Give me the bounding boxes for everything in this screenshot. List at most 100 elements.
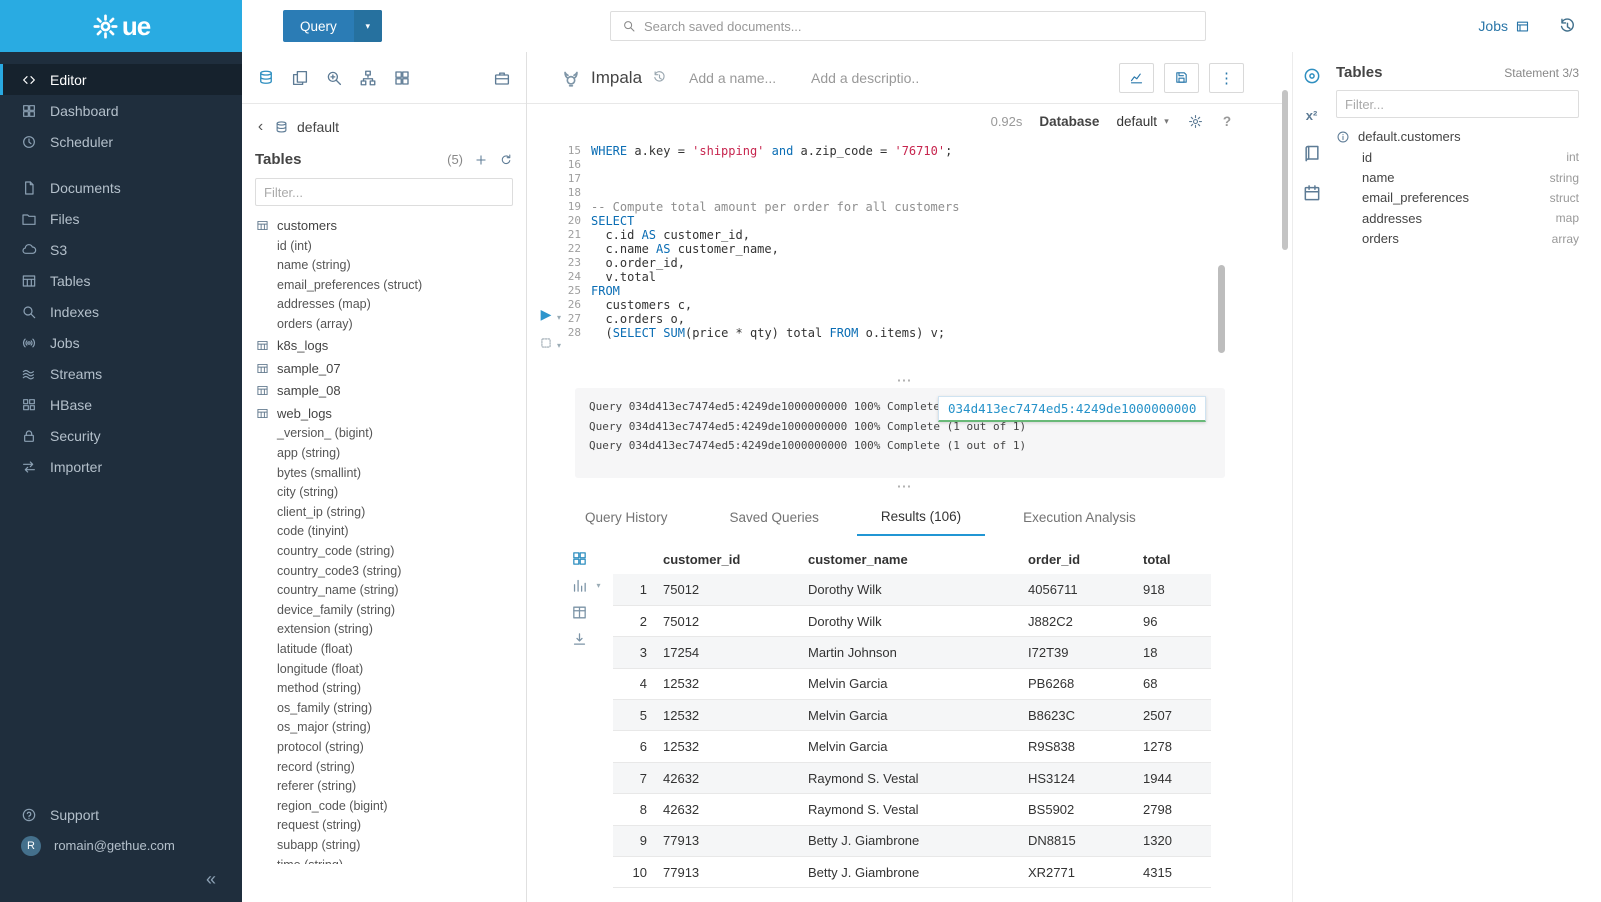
column-item[interactable]: method (string)	[242, 679, 526, 699]
more-actions-button[interactable]: ⋮	[1209, 63, 1244, 93]
column-header[interactable]: order_id	[1028, 544, 1143, 574]
settings-gear-icon[interactable]	[1188, 114, 1203, 129]
language-reference-icon[interactable]	[1302, 144, 1322, 164]
sidebar-item-s3[interactable]: S3	[0, 234, 242, 265]
result-row[interactable]: 842632Raymond S. VestalBS59022798	[613, 794, 1211, 825]
search-browse-icon[interactable]	[325, 69, 343, 87]
schedule-icon[interactable]	[1302, 183, 1322, 203]
table-item[interactable]: sample_08	[242, 379, 526, 402]
tab-saved-queries[interactable]: Saved Queries	[706, 498, 843, 536]
tab-execution-analysis[interactable]: Execution Analysis	[999, 498, 1160, 536]
search-input[interactable]	[644, 19, 1205, 34]
result-row[interactable]: 317254Martin JohnsonI72T3918	[613, 637, 1211, 668]
shared-documents-icon[interactable]	[291, 69, 309, 87]
result-row[interactable]: 742632Raymond S. VestalHS31241944	[613, 762, 1211, 793]
sidebar-item-security[interactable]: Security	[0, 420, 242, 451]
table-item[interactable]: customers	[242, 214, 526, 237]
apps-grid-icon[interactable]	[393, 69, 411, 87]
column-item[interactable]: referer (string)	[242, 777, 526, 797]
execute-button[interactable]: ▶ ▾	[539, 306, 563, 322]
table-item[interactable]: k8s_logs	[242, 334, 526, 357]
result-row[interactable]: 977913Betty J. GiambroneDN88151320	[613, 825, 1211, 856]
column-item[interactable]: protocol (string)	[242, 738, 526, 758]
sidebar-item-hbase[interactable]: HBase	[0, 389, 242, 420]
column-row[interactable]: idint	[1362, 147, 1579, 167]
sidebar-item-indexes[interactable]: Indexes	[0, 296, 242, 327]
engine-name[interactable]: Impala	[591, 68, 642, 88]
help-icon[interactable]: ?	[1220, 114, 1234, 128]
column-item[interactable]: request (string)	[242, 816, 526, 836]
column-item[interactable]: code (tinyint)	[242, 522, 526, 542]
column-item[interactable]: subapp (string)	[242, 836, 526, 856]
result-row[interactable]: 612532Melvin GarciaR9S8381278	[613, 731, 1211, 762]
resize-handle[interactable]	[527, 478, 1282, 498]
column-header[interactable]: customer_name	[808, 544, 1028, 574]
query-history-icon[interactable]	[1558, 17, 1577, 36]
result-row[interactable]: 512532Melvin GarciaB8623C2507	[613, 700, 1211, 731]
tab-query-history[interactable]: Query History	[561, 498, 692, 536]
sidebar-item-editor[interactable]: Editor	[0, 64, 242, 95]
sidebar-user[interactable]: R romain@gethue.com	[0, 830, 242, 861]
columns-button[interactable]	[571, 604, 601, 621]
table-item[interactable]: web_logs	[242, 402, 526, 425]
column-item[interactable]: os_family (string)	[242, 699, 526, 719]
functions-icon[interactable]: x²	[1302, 105, 1322, 125]
column-item[interactable]: time (string)	[242, 856, 526, 864]
table-filter-input[interactable]	[255, 178, 513, 206]
download-button[interactable]	[571, 631, 601, 648]
column-item[interactable]: longitude (float)	[242, 660, 526, 680]
column-item[interactable]: _version_ (bigint)	[242, 424, 526, 444]
chart-view-button[interactable]: ▾	[571, 577, 601, 594]
column-item[interactable]: extension (string)	[242, 620, 526, 640]
table-item[interactable]: sample_07	[242, 357, 526, 380]
result-row[interactable]: 175012Dorothy Wilk4056711918	[613, 574, 1211, 605]
column-item[interactable]: bytes (smallint)	[242, 464, 526, 484]
sidebar-item-files[interactable]: Files	[0, 203, 242, 234]
assist-icon[interactable]	[1302, 66, 1322, 86]
editor-context-button[interactable]: ▾	[539, 336, 563, 350]
column-item[interactable]: client_ip (string)	[242, 503, 526, 523]
add-table-icon[interactable]	[474, 153, 488, 167]
column-item[interactable]: latitude (float)	[242, 640, 526, 660]
briefcase-icon[interactable]	[493, 69, 511, 87]
sidebar-item-tables[interactable]: Tables	[0, 265, 242, 296]
hue-logo[interactable]: ue	[0, 0, 242, 52]
sitemap-icon[interactable]	[359, 69, 377, 87]
sidebar-item-documents[interactable]: Documents	[0, 172, 242, 203]
tab-results-106-[interactable]: Results (106)	[857, 498, 985, 536]
column-item[interactable]: country_code (string)	[242, 542, 526, 562]
column-item[interactable]: name (string)	[242, 256, 526, 276]
column-item[interactable]: country_name (string)	[242, 581, 526, 601]
sidebar-item-dashboard[interactable]: Dashboard	[0, 95, 242, 126]
main-scrollbar[interactable]	[1282, 90, 1288, 250]
resize-handle[interactable]	[527, 372, 1282, 388]
query-description-input[interactable]	[811, 70, 919, 86]
column-item[interactable]: city (string)	[242, 483, 526, 503]
column-item[interactable]: os_major (string)	[242, 718, 526, 738]
refresh-tables-icon[interactable]	[499, 153, 513, 167]
sidebar-item-support[interactable]: Support	[0, 799, 242, 830]
active-table[interactable]: default.customers	[1336, 129, 1579, 144]
query-id-popover[interactable]: 034d413ec7474ed5:4249de1000000000	[938, 396, 1206, 422]
query-dropdown-caret[interactable]: ▾	[354, 10, 382, 42]
column-row[interactable]: addressesmap	[1362, 208, 1579, 228]
column-item[interactable]: email_preferences (struct)	[242, 276, 526, 296]
result-row[interactable]: 412532Melvin GarciaPB626868	[613, 668, 1211, 699]
sidebar-item-streams[interactable]: Streams	[0, 358, 242, 389]
database-select[interactable]: default ▾	[1116, 114, 1171, 129]
result-row[interactable]: 275012Dorothy WilkJ882C296	[613, 605, 1211, 636]
column-item[interactable]: id (int)	[242, 237, 526, 257]
column-row[interactable]: email_preferencesstruct	[1362, 188, 1579, 208]
code-editor[interactable]: ▶ ▾ ▾ 15WHERE a.key = 'shipping' and a.z…	[527, 138, 1282, 372]
column-header[interactable]: total	[1143, 544, 1211, 574]
column-row[interactable]: namestring	[1362, 167, 1579, 187]
column-item[interactable]: app (string)	[242, 444, 526, 464]
column-header[interactable]: customer_id	[663, 544, 808, 574]
sidebar-collapse-icon[interactable]	[206, 869, 216, 889]
column-item[interactable]: region_code (bigint)	[242, 797, 526, 817]
snippet-history-icon[interactable]	[652, 70, 667, 85]
grid-view-button[interactable]	[571, 550, 601, 567]
jobs-button[interactable]: Jobs	[1478, 18, 1530, 34]
new-query-button[interactable]: Query ▾	[283, 10, 382, 42]
save-button[interactable]	[1164, 63, 1199, 93]
